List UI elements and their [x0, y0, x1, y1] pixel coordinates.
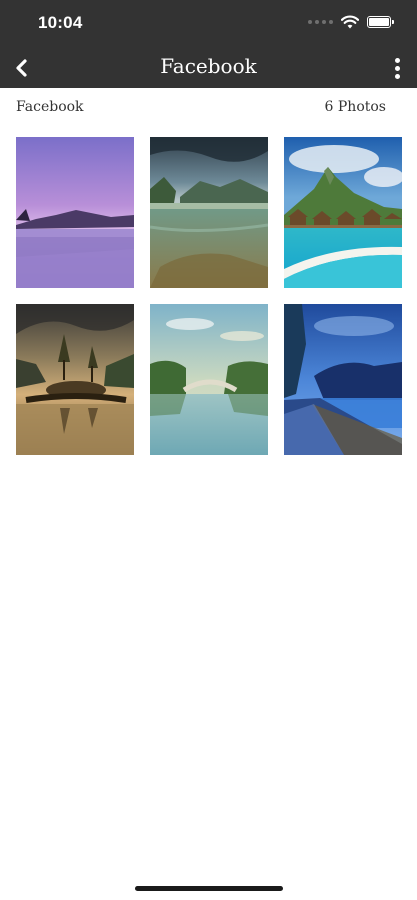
album-name: Facebook	[16, 99, 84, 115]
status-time: 10:04	[38, 13, 83, 32]
album-header: Facebook 6 Photos	[16, 97, 386, 117]
home-indicator[interactable]	[135, 886, 283, 891]
photo-thumbnail-2[interactable]	[150, 137, 268, 288]
photo-thumbnail-5[interactable]	[150, 304, 268, 455]
photo-image	[284, 304, 402, 455]
photo-count: 6 Photos	[324, 99, 386, 115]
navigation-bar: Facebook	[0, 48, 417, 88]
photo-image	[150, 304, 268, 455]
signal-icon	[308, 20, 333, 24]
photo-thumbnail-3[interactable]	[284, 137, 402, 288]
photo-image	[16, 137, 134, 288]
photo-image	[150, 137, 268, 288]
photo-thumbnail-1[interactable]	[16, 137, 134, 288]
photo-thumbnail-6[interactable]	[284, 304, 402, 455]
photo-image	[16, 304, 134, 455]
status-icons	[308, 15, 394, 29]
more-vertical-icon	[394, 57, 400, 63]
photo-image	[284, 137, 402, 288]
battery-icon	[367, 16, 394, 28]
wifi-icon	[341, 15, 359, 29]
status-bar: 10:04	[0, 0, 417, 48]
page-title: Facebook	[160, 54, 257, 78]
more-options-button[interactable]	[383, 52, 411, 84]
photo-thumbnail-4[interactable]	[16, 304, 134, 455]
